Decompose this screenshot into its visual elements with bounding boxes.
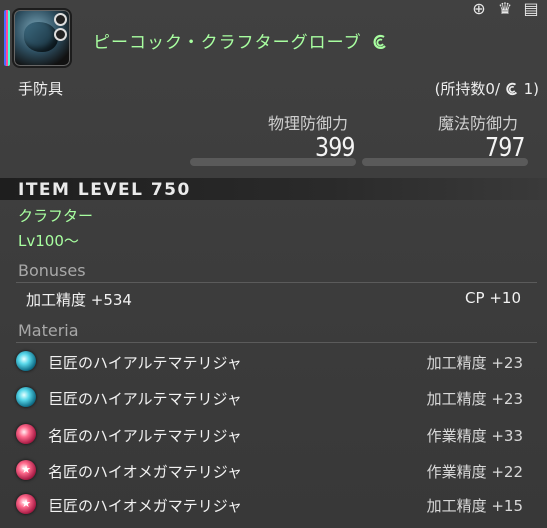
materia-stat: 加工精度 +23 <box>426 354 523 372</box>
physical-defense-bar <box>190 158 356 166</box>
materia-row[interactable]: 巨匠のハイアルテマテリジャ 加工精度 +23 <box>14 347 523 377</box>
materia-name: 名匠のハイオメガマテリジャ <box>48 463 242 481</box>
materia-row[interactable]: 名匠のハイアルテマテリジャ 作業精度 +33 <box>14 420 523 450</box>
magic-defense-label: 魔法防御力 <box>438 114 519 133</box>
materia-orb-icon <box>16 387 36 407</box>
bonuses-title: Bonuses <box>18 261 86 280</box>
required-job: クラフター <box>18 207 94 225</box>
item-level: ITEM LEVEL 750 <box>18 180 191 200</box>
glove-icon <box>24 22 58 52</box>
high-quality-icon <box>506 82 517 96</box>
materia-row[interactable]: ★ 名匠のハイオメガマテリジャ 作業精度 +22 <box>14 456 523 486</box>
materia-stat: 加工精度 +15 <box>426 497 523 515</box>
materia-stat: 加工精度 +23 <box>426 390 523 408</box>
materia-stat: 作業精度 +33 <box>426 427 523 445</box>
materia-name: 巨匠のハイアルテマテリジャ <box>48 354 242 372</box>
owned-count: (所持数0/ 1) <box>435 78 539 99</box>
materia-star-icon: ★ <box>16 460 36 480</box>
add-icon[interactable]: ⊕ <box>469 0 489 18</box>
bonus-left: 加工精度 +534 <box>26 291 132 309</box>
glamour-icon[interactable]: ♛ <box>495 0 515 18</box>
high-quality-icon <box>373 34 386 49</box>
materia-title: Materia <box>18 321 79 340</box>
materia-orb-icon <box>16 424 36 444</box>
rarity-stripe <box>4 10 10 66</box>
item-name: ピーコック・クラフターグローブ <box>93 28 388 53</box>
materia-stat: 作業精度 +22 <box>426 463 523 481</box>
required-level: Lv100～ <box>18 232 79 250</box>
materia-row[interactable]: ★ 巨匠のハイオメガマテリジャ 加工精度 +15 <box>14 490 523 520</box>
materia-row[interactable]: 巨匠のハイアルテマテリジャ 加工精度 +23 <box>14 383 523 413</box>
top-icon-group: ⊕ ♛ ▤ <box>469 0 541 20</box>
materia-divider <box>16 342 537 343</box>
physical-defense-label: 物理防御力 <box>268 114 349 133</box>
materia-slot-icon <box>54 13 67 26</box>
materia-name: 巨匠のハイオメガマテリジャ <box>48 497 242 515</box>
magic-defense-bar <box>362 158 528 166</box>
owned-count-suffix: 1) <box>523 80 539 98</box>
item-category: 手防具 <box>18 80 64 98</box>
materia-name: 名匠のハイアルテマテリジャ <box>48 427 242 445</box>
materia-orb-icon <box>16 351 36 371</box>
armoire-icon[interactable]: ▤ <box>521 0 541 18</box>
materia-star-icon: ★ <box>16 494 36 514</box>
owned-count-prefix: (所持数0/ <box>434 80 501 98</box>
bonuses-divider <box>16 282 537 283</box>
bonus-right: CP +10 <box>465 289 521 307</box>
materia-slot-icon <box>54 28 67 41</box>
materia-name: 巨匠のハイアルテマテリジャ <box>48 390 242 408</box>
item-name-text: ピーコック・クラフターグローブ <box>93 33 362 53</box>
item-tooltip: ピーコック・クラフターグローブ ⊕ ♛ ▤ 手防具 (所持数0/ 1) 物理防御… <box>0 0 547 528</box>
item-icon <box>12 8 72 68</box>
